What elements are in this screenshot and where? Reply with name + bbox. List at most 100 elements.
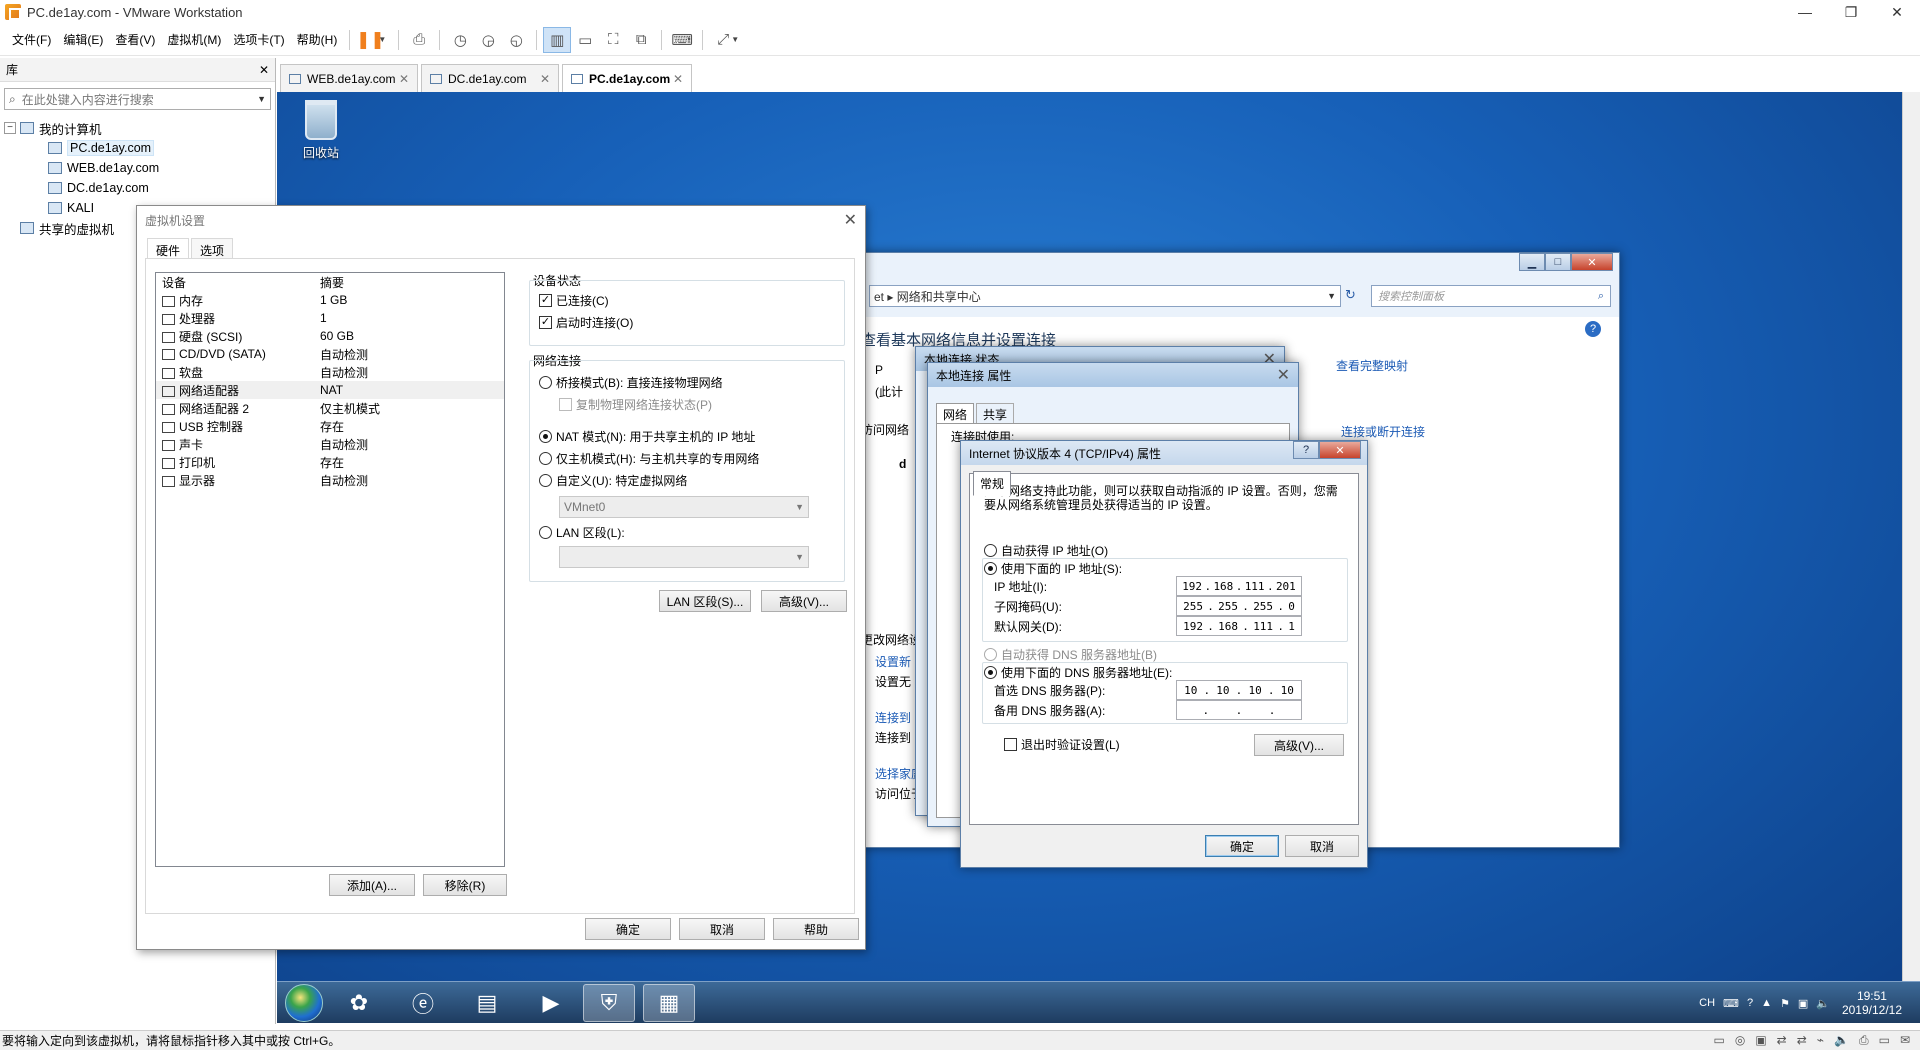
device-row-network[interactable]: 网络适配器 NAT bbox=[156, 381, 504, 399]
flag-icon[interactable]: ⚑ bbox=[1780, 997, 1790, 1010]
tree-item-vm[interactable]: WEB.de1ay.com bbox=[4, 158, 271, 178]
network-adapter-icon[interactable]: ⇄ bbox=[1797, 1033, 1807, 1048]
usb-icon[interactable]: ⌁ bbox=[1817, 1033, 1824, 1048]
lan-segments-button[interactable]: LAN 区段(S)... bbox=[659, 590, 751, 612]
help-icon[interactable]: ? bbox=[1585, 321, 1601, 337]
network-advanced-button[interactable]: 高级(V)... bbox=[761, 590, 847, 612]
snapshot-manager-icon[interactable]: ◵ bbox=[502, 27, 530, 53]
chevron-down-icon[interactable]: ▼ bbox=[731, 35, 739, 44]
device-row-memory[interactable]: 内存 1 GB bbox=[156, 291, 504, 309]
volume-icon[interactable]: 🔈 bbox=[1816, 997, 1830, 1010]
send-ctrl-alt-del-icon[interactable]: ⎙ bbox=[405, 27, 433, 53]
default-gateway-field[interactable]: 192. 168. 111. 1 bbox=[1176, 616, 1302, 636]
ie-icon[interactable]: ⓔ bbox=[397, 984, 449, 1022]
vm-settings-ok-button[interactable]: 确定 bbox=[585, 918, 671, 940]
language-indicator[interactable]: CH bbox=[1699, 997, 1715, 1009]
manual-dns-radio[interactable]: 使用下面的 DNS 服务器地址(E): bbox=[984, 664, 1175, 681]
tab-general[interactable]: 常规 bbox=[973, 471, 1012, 496]
menu-view[interactable]: 查看(V) bbox=[109, 31, 161, 48]
restore-icon[interactable]: ❐ bbox=[1828, 0, 1874, 24]
unity-icon[interactable]: ⧉ bbox=[627, 27, 655, 53]
console-icon[interactable]: ⌨ bbox=[668, 27, 696, 53]
validate-checkbox[interactable]: 退出时验证设置(L) bbox=[1004, 736, 1120, 753]
preferred-dns-field[interactable]: 10. 10. 10. 10 bbox=[1176, 680, 1302, 700]
tree-item-my-computer[interactable]: − 我的计算机 bbox=[4, 118, 271, 138]
clock[interactable]: 19:51 2019/12/12 bbox=[1842, 989, 1902, 1017]
minimize-icon[interactable]: — bbox=[1782, 0, 1828, 24]
vm-settings-cancel-button[interactable]: 取消 bbox=[679, 918, 765, 940]
close-icon[interactable]: ✕ bbox=[259, 63, 269, 77]
tab-web[interactable]: WEB.de1ay.com ✕ bbox=[280, 64, 418, 92]
hostonly-radio[interactable]: 仅主机模式(H): 与主机共享的专用网络 bbox=[539, 450, 759, 467]
connect-at-power-on-checkbox[interactable]: ✓ 启动时连接(O) bbox=[539, 314, 633, 331]
vm-settings-help-button[interactable]: 帮助 bbox=[773, 918, 859, 940]
chevron-down-icon[interactable]: ▼ bbox=[257, 94, 266, 104]
ipv4-cancel-button[interactable]: 取消 bbox=[1285, 835, 1359, 857]
network-adapter-icon[interactable]: ⇄ bbox=[1777, 1033, 1787, 1048]
tree-item-vm[interactable]: PC.de1ay.com bbox=[4, 138, 271, 158]
address-bar[interactable]: et ▸ 网络和共享中心 ▼ bbox=[869, 285, 1341, 307]
speaker-icon[interactable]: 🔈 bbox=[1834, 1033, 1849, 1048]
security-shield-icon[interactable]: ⛨ bbox=[583, 984, 635, 1022]
close-icon[interactable]: ✕ bbox=[844, 210, 857, 230]
close-icon[interactable]: ✕ bbox=[540, 72, 550, 86]
folder-icon[interactable]: ▤ bbox=[461, 984, 513, 1022]
help-icon[interactable]: ? bbox=[1293, 441, 1319, 459]
chevron-up-icon[interactable]: ▲ bbox=[1761, 997, 1772, 1009]
chevron-down-icon[interactable]: ▼ bbox=[1327, 291, 1336, 301]
device-row-floppy[interactable]: 软盘 自动检测 bbox=[156, 363, 504, 381]
device-row-printer[interactable]: 打印机 存在 bbox=[156, 453, 504, 471]
help-icon[interactable]: ? bbox=[1747, 997, 1753, 1009]
tab-network[interactable]: 网络 bbox=[936, 403, 975, 425]
revert-snapshot-icon[interactable]: ◶ bbox=[474, 27, 502, 53]
connected-checkbox[interactable]: ✓ 已连接(C) bbox=[539, 292, 609, 309]
floppy-icon[interactable]: ▣ bbox=[1755, 1033, 1766, 1048]
device-row-disk[interactable]: 硬盘 (SCSI) 60 GB bbox=[156, 327, 504, 345]
nat-radio[interactable]: NAT 模式(N): 用于共享主机的 IP 地址 bbox=[539, 428, 755, 445]
manual-ip-radio[interactable]: 使用下面的 IP 地址(S): bbox=[984, 560, 1125, 577]
alternate-dns-field[interactable]: . . . bbox=[1176, 700, 1302, 720]
subnet-mask-field[interactable]: 255. 255. 255. 0 bbox=[1176, 596, 1302, 616]
ip-address-field[interactable]: 192. 168. 111. 201 bbox=[1176, 576, 1302, 596]
device-row-sound[interactable]: 声卡 自动检测 bbox=[156, 435, 504, 453]
connect-disconnect-link[interactable]: 连接或断开连接 bbox=[1341, 423, 1425, 440]
media-player-icon[interactable]: ▶ bbox=[525, 984, 577, 1022]
device-row-processor[interactable]: 处理器 1 bbox=[156, 309, 504, 327]
menu-edit[interactable]: 编辑(E) bbox=[57, 31, 109, 48]
control-panel-search-input[interactable]: 搜索控制面板 ⌕ bbox=[1371, 285, 1611, 307]
tab-dc[interactable]: DC.de1ay.com ✕ bbox=[421, 64, 559, 92]
menu-help[interactable]: 帮助(H) bbox=[291, 31, 344, 48]
message-icon[interactable]: ✉ bbox=[1900, 1033, 1910, 1048]
monitor-icon[interactable]: ▭ bbox=[1879, 1033, 1890, 1048]
close-icon[interactable]: ✕ bbox=[1874, 0, 1920, 24]
device-row-network2[interactable]: 网络适配器 2 仅主机模式 bbox=[156, 399, 504, 417]
maximize-icon[interactable]: □ bbox=[1545, 253, 1571, 271]
hard-disk-icon[interactable]: ▭ bbox=[1714, 1033, 1725, 1048]
device-row-display[interactable]: 显示器 自动检测 bbox=[156, 471, 504, 489]
add-hardware-button[interactable]: 添加(A)... bbox=[329, 874, 415, 896]
menu-tabs[interactable]: 选项卡(T) bbox=[227, 31, 290, 48]
close-icon[interactable]: ✕ bbox=[399, 72, 409, 86]
chevron-down-icon[interactable]: ▼ bbox=[378, 35, 386, 44]
full-map-link[interactable]: 查看完整映射 bbox=[1336, 357, 1408, 374]
network-tray-icon[interactable]: ▣ bbox=[1798, 997, 1808, 1010]
device-row-cdrom[interactable]: CD/DVD (SATA) 自动检测 bbox=[156, 345, 504, 363]
app-icon-games[interactable]: ✿ bbox=[333, 984, 385, 1022]
collapse-icon[interactable]: − bbox=[4, 122, 16, 134]
library-search-input[interactable]: ⌕ 在此处键入内容进行搜索 ▼ bbox=[4, 88, 271, 110]
thumbnail-view-icon[interactable]: ▭ bbox=[571, 27, 599, 53]
tab-pc[interactable]: PC.de1ay.com ✕ bbox=[562, 64, 692, 92]
printer-icon[interactable]: ⎙ bbox=[1859, 1033, 1869, 1048]
menu-vm[interactable]: 虚拟机(M) bbox=[161, 31, 227, 48]
tree-item-vm[interactable]: DC.de1ay.com bbox=[4, 178, 271, 198]
snapshot-icon[interactable]: ◷ bbox=[446, 27, 474, 53]
device-row-usb[interactable]: USB 控制器 存在 bbox=[156, 417, 504, 435]
auto-ip-radio[interactable]: 自动获得 IP 地址(O) bbox=[984, 542, 1108, 559]
ipv4-advanced-button[interactable]: 高级(V)... bbox=[1254, 734, 1344, 756]
close-icon[interactable]: ✕ bbox=[673, 72, 683, 86]
desktop-scrollbar[interactable] bbox=[1902, 92, 1920, 1023]
close-icon[interactable]: ✕ bbox=[1319, 441, 1361, 459]
menu-file[interactable]: 文件(F) bbox=[0, 31, 57, 48]
minimize-icon[interactable]: ▁ bbox=[1519, 253, 1545, 271]
recycle-bin[interactable]: 回收站 bbox=[293, 100, 349, 161]
